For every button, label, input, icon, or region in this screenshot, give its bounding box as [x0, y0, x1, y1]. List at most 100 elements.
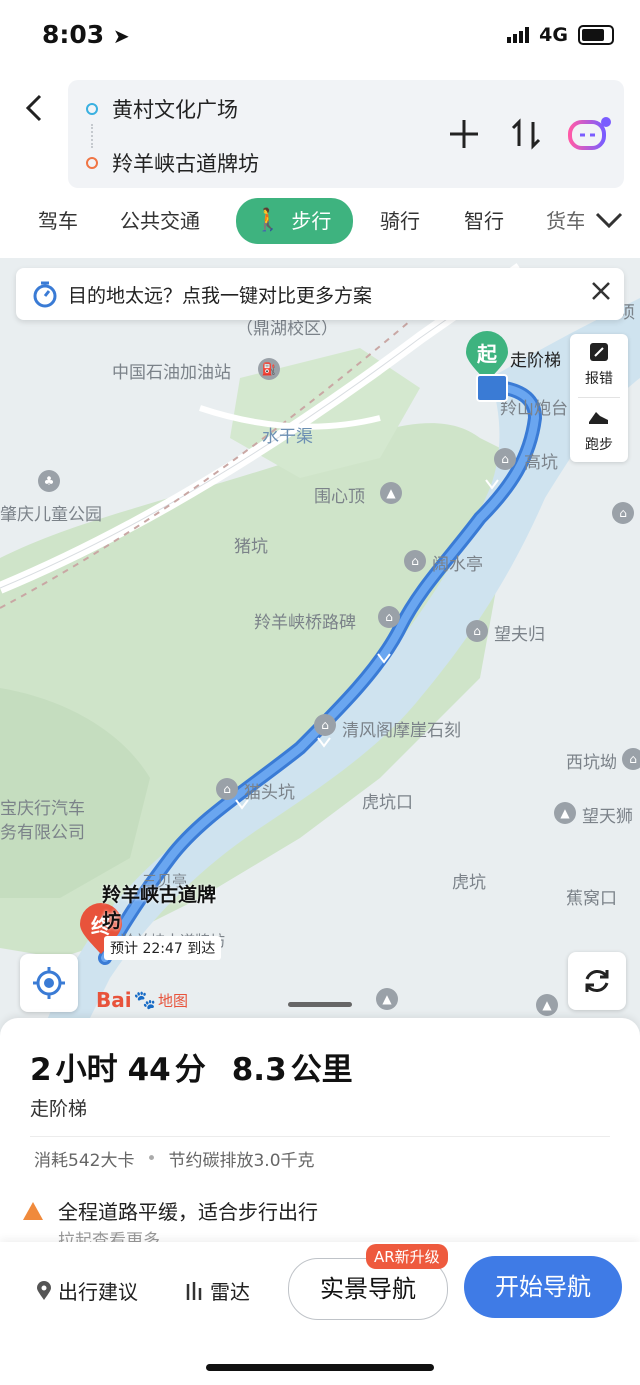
route-summary-headline: 2 小时 44 分 8.3 公里 [30, 1044, 353, 1089]
poi-gao-icon: ⌂ [494, 448, 516, 470]
map-label-peak: 围心顶 [314, 487, 365, 507]
eco-info: 消耗542大卡 • 节约碳排放3.0千克 [34, 1146, 315, 1172]
carbon-text: 节约碳排放3.0千克 [168, 1151, 315, 1171]
close-icon [592, 282, 610, 300]
warning-triangle-icon [23, 1201, 43, 1220]
start-dot-icon [86, 103, 98, 115]
map-label-wangtian: 望天狮 [582, 807, 633, 827]
back-button[interactable] [20, 90, 50, 126]
tab-smart[interactable]: 智行 [464, 198, 504, 244]
radar-button[interactable]: 雷达 [184, 1276, 250, 1305]
locate-button[interactable] [20, 954, 78, 1012]
end-dot-icon [86, 157, 98, 169]
assistant-button[interactable] [568, 116, 612, 152]
locate-icon [33, 967, 65, 999]
calories-text: 消耗542大卡 [34, 1151, 135, 1171]
mode-tabs: 驾车 公共交通 🚶 步行 骑行 智行 货车 [0, 198, 640, 250]
stopwatch-icon [32, 280, 58, 312]
map-label-hukengkou: 虎坑口 [362, 793, 413, 813]
route-notice[interactable]: 全程道路平缓，适合步行出行 [22, 1196, 318, 1225]
tab-walk-label: 步行 [291, 209, 332, 233]
poi-pavilion-icon: ⌂ [404, 550, 426, 572]
baidu-map-logo: Bai 🐾 地图 [96, 988, 188, 1012]
run-button[interactable]: 跑步 [570, 406, 628, 454]
hour-unit: 小时 [55, 1052, 118, 1088]
travel-advice-button[interactable]: 出行建议 [36, 1276, 138, 1305]
tab-truck[interactable]: 货车 [546, 198, 584, 244]
more-tabs-button[interactable] [594, 208, 624, 238]
map-label-lingshan: 羚山炮台 [500, 399, 568, 419]
park-icon: ♣ [38, 470, 60, 492]
map-label-hukeng: 虎坑 [452, 873, 486, 893]
start-navigation-button[interactable]: 开始导航 [464, 1256, 622, 1318]
swap-icon [511, 118, 541, 150]
poi-bridge-icon: ⌂ [378, 606, 400, 628]
start-label: 走阶梯 [510, 351, 561, 371]
chevron-down-icon [595, 212, 623, 229]
route-end-text: 羚羊峡古道牌坊 [112, 152, 259, 176]
swap-route-button[interactable] [508, 116, 544, 152]
logo-suffix: 地图 [158, 991, 189, 1010]
map-label-wangfu: 望夫归 [494, 625, 545, 645]
chevron-left-icon [25, 94, 42, 122]
distance-value: 8.3 [231, 1052, 287, 1088]
tab-walk[interactable]: 🚶 步行 [236, 198, 354, 244]
poi-qingfeng-icon: ⌂ [314, 714, 336, 736]
tab-transit[interactable]: 公共交通 [120, 198, 200, 244]
location-arrow-icon: ➤ [112, 24, 130, 48]
destination-title-1: 羚羊峡古道牌 [102, 884, 217, 906]
map-label-jiaowo: 蕉窝口 [566, 889, 617, 909]
sheet-drag-handle[interactable] [288, 1002, 352, 1007]
banner-close-button[interactable] [590, 280, 612, 306]
map-label-maotou: 猫头坑 [244, 783, 295, 803]
map-label-canal: 水干渠 [262, 427, 313, 447]
eta-bubble: 预计 22:47 到达 [104, 936, 222, 960]
network-type: 4G [539, 24, 568, 46]
running-shoe-icon [589, 412, 608, 424]
advice-label: 出行建议 [58, 1280, 138, 1304]
bottom-action-bar: 出行建议 雷达 实景导航 AR新升级 开始导航 [0, 1242, 640, 1385]
refresh-route-button[interactable] [568, 952, 626, 1010]
tools-divider [578, 397, 620, 398]
ar-upgrade-badge: AR新升级 [366, 1244, 448, 1269]
status-indicators: 4G [507, 24, 614, 46]
tab-drive[interactable]: 驾车 [38, 198, 78, 244]
route-end[interactable]: 羚羊峡古道牌坊 [86, 148, 259, 178]
route-start[interactable]: 黄村文化广场 [86, 94, 238, 124]
radar-icon [186, 1281, 202, 1300]
plus-icon [450, 120, 478, 148]
poi-east-icon: ⌂ [612, 502, 634, 524]
tab-bike[interactable]: 骑行 [380, 198, 420, 244]
location-pin-icon [37, 1280, 51, 1300]
map-label-park: 肇庆儿童公园 [0, 505, 102, 525]
radar-label: 雷达 [210, 1280, 250, 1304]
map-view[interactable]: （鼎湖校区） ⛽ 中国石油加油站 水干渠 ♣ 肇庆儿童公园 猪坑 围心顶 ▲ ⌂… [0, 258, 640, 1038]
dot-separator: • [146, 1148, 157, 1169]
minute-unit: 分 [174, 1052, 206, 1088]
stairs-icon [476, 374, 508, 402]
start-marker-text: 起 [477, 342, 497, 366]
map-side-tools: 报错 跑步 [570, 334, 628, 462]
route-start-text: 黄村文化广场 [112, 98, 238, 122]
compare-banner[interactable]: 目的地太远？点我一键对比更多方案 [16, 268, 624, 320]
map-label-xikeng: 西坑坳 [566, 753, 617, 773]
duration-minutes: 44 [127, 1052, 171, 1088]
map-label-bridge: 羚羊峡桥路碑 [254, 613, 356, 633]
add-waypoint-button[interactable] [446, 116, 482, 152]
run-label: 跑步 [585, 437, 613, 453]
report-label: 报错 [585, 371, 613, 387]
destination-title-2: 坊 [102, 910, 122, 932]
mountain-icon: ▲ [380, 482, 402, 504]
report-error-button[interactable]: 报错 [570, 340, 628, 388]
signal-icon [507, 27, 530, 43]
gas-station-icon: ⛽ [258, 358, 280, 380]
map-label-gao: 高坑 [524, 453, 558, 473]
notice-text: 全程道路平缓，适合步行出行 [58, 1200, 318, 1224]
time-text: 8:03 [42, 20, 105, 49]
distance-unit: 公里 [290, 1052, 353, 1088]
route-box: 黄村文化广场 羚羊峡古道牌坊 [68, 80, 624, 188]
ar-nav-label: 实景导航 [320, 1275, 416, 1303]
route-connector [91, 124, 95, 148]
map-label-dealer-1: 宝庆行汽车 [0, 799, 85, 819]
mountain-bottom-right-icon: ▲ [536, 994, 558, 1016]
